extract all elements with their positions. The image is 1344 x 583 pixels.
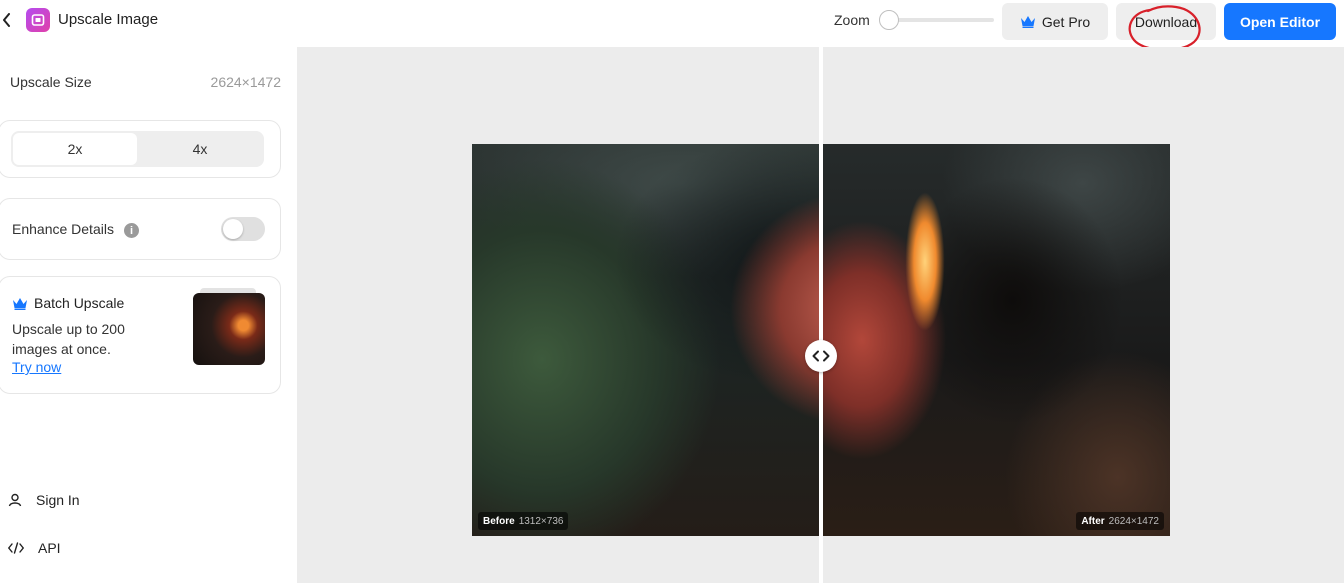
- chevron-left-icon: [3, 13, 10, 27]
- scale-option-4x[interactable]: 4x: [138, 133, 262, 165]
- after-label: After 2624×1472: [1076, 512, 1164, 530]
- top-bar: Upscale Image Zoom Get Pro Download Open…: [0, 0, 1344, 52]
- batch-preview-thumbnail: [193, 293, 265, 365]
- after-image: [820, 144, 1170, 536]
- enhance-details-label: Enhance Details: [12, 221, 114, 237]
- sign-in-label: Sign In: [36, 492, 80, 508]
- batch-upscale-title: Batch Upscale: [12, 295, 124, 311]
- back-button[interactable]: [0, 10, 14, 30]
- app-logo-icon: [26, 8, 50, 32]
- comparison-canvas: Before 1312×736 After 2624×1472: [297, 47, 1344, 583]
- open-editor-button[interactable]: Open Editor: [1224, 3, 1336, 40]
- before-size: 1312×736: [518, 515, 564, 527]
- sidebar: Upscale Size 2624×1472 2x 4x Enhance Det…: [0, 47, 297, 583]
- enhance-details-toggle[interactable]: [221, 217, 265, 241]
- after-label-text: After: [1081, 515, 1105, 527]
- get-pro-button[interactable]: Get Pro: [1002, 3, 1108, 40]
- get-pro-label: Get Pro: [1041, 13, 1091, 30]
- try-now-link[interactable]: Try now: [12, 359, 61, 375]
- scale-option-2x[interactable]: 2x: [13, 133, 137, 165]
- api-button[interactable]: API: [8, 540, 61, 556]
- enhance-details-card: Enhance Details i: [0, 198, 281, 260]
- code-arrows-icon: [812, 350, 830, 362]
- before-label-text: Before: [483, 515, 515, 527]
- info-icon[interactable]: i: [124, 223, 139, 238]
- page-title: Upscale Image: [58, 11, 159, 28]
- crown-icon: [13, 297, 27, 310]
- zoom-label: Zoom: [834, 12, 870, 28]
- download-button[interactable]: Download: [1116, 3, 1216, 40]
- upscale-size-value: 2624×1472: [210, 74, 281, 90]
- comparison-slider-handle[interactable]: [805, 340, 837, 372]
- before-label: Before 1312×736: [478, 512, 569, 530]
- upscale-size-label: Upscale Size: [10, 74, 92, 90]
- batch-upscale-card: Batch Upscale Upscale up to 200 images a…: [0, 276, 281, 394]
- scale-card: 2x 4x: [0, 120, 281, 178]
- api-label: API: [38, 540, 61, 556]
- zoom-slider-handle[interactable]: [879, 10, 899, 30]
- crown-icon: [1020, 16, 1035, 28]
- toggle-knob: [223, 219, 243, 239]
- scale-segmented-control: 2x 4x: [11, 131, 264, 167]
- sign-in-button[interactable]: Sign In: [8, 492, 80, 508]
- code-icon: [8, 542, 24, 554]
- user-icon: [8, 493, 22, 507]
- batch-upscale-description: Upscale up to 200 images at once.: [12, 321, 125, 357]
- comparison-divider[interactable]: [819, 47, 823, 583]
- after-size: 2624×1472: [1108, 515, 1159, 527]
- batch-upscale-title-text: Batch Upscale: [34, 295, 125, 311]
